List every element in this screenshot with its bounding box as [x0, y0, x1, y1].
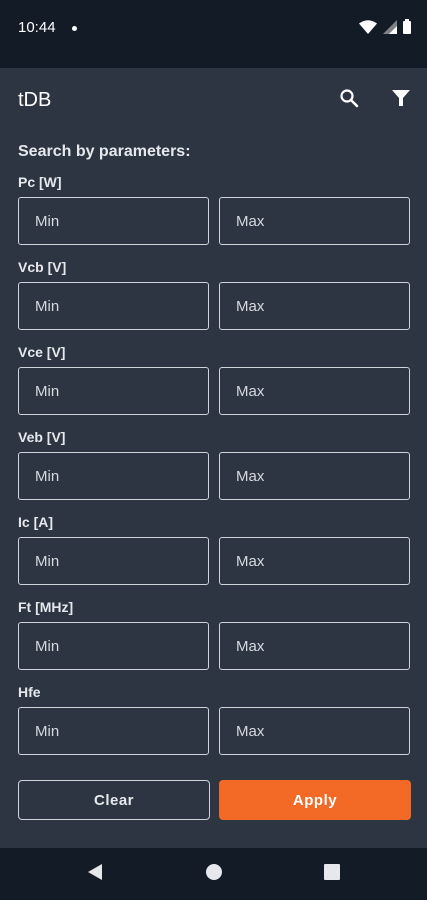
vcb-max-field[interactable]: [219, 282, 410, 330]
veb-max-field[interactable]: [219, 452, 410, 500]
vcb-max-input[interactable]: [220, 283, 409, 329]
notification-dot-icon: [72, 26, 77, 31]
filter-button[interactable]: [387, 86, 415, 114]
ft-max-field[interactable]: [219, 622, 410, 670]
navigation-bar: [0, 848, 427, 900]
ft-min-input[interactable]: [19, 623, 208, 669]
home-icon: [205, 863, 223, 886]
hfe-min-input[interactable]: [19, 708, 208, 754]
ic-max-input[interactable]: [220, 538, 409, 584]
vce-min-field[interactable]: [18, 367, 209, 415]
app-bar: tDB: [0, 68, 427, 132]
pc-min-field[interactable]: [18, 197, 209, 245]
hfe-max-field[interactable]: [219, 707, 410, 755]
form-heading: Search by parameters:: [18, 143, 191, 160]
signal-icon: [383, 19, 397, 39]
veb-min-input[interactable]: [19, 453, 208, 499]
recents-button[interactable]: [320, 862, 344, 886]
status-time: 10:44: [18, 19, 56, 36]
veb-min-field[interactable]: [18, 452, 209, 500]
apply-button[interactable]: Apply: [219, 780, 411, 820]
ic-min-input[interactable]: [19, 538, 208, 584]
home-button[interactable]: [202, 862, 226, 886]
ic-max-field[interactable]: [219, 537, 410, 585]
vce-min-input[interactable]: [19, 368, 208, 414]
recents-icon: [324, 863, 340, 885]
app-title: tDB: [18, 89, 52, 111]
status-icons: [359, 19, 411, 39]
clear-button[interactable]: Clear: [18, 780, 210, 820]
pc-max-input[interactable]: [220, 198, 409, 244]
ft-max-input[interactable]: [220, 623, 409, 669]
vce-max-input[interactable]: [220, 368, 409, 414]
filter-icon: [391, 88, 411, 113]
search-button[interactable]: [335, 86, 363, 114]
pc-min-input[interactable]: [19, 198, 208, 244]
wifi-icon: [359, 19, 377, 39]
param-label-ic: Ic [A]: [18, 514, 53, 530]
param-label-ft: Ft [MHz]: [18, 599, 74, 615]
back-button[interactable]: [83, 862, 107, 886]
vce-max-field[interactable]: [219, 367, 410, 415]
battery-icon: [403, 19, 411, 39]
hfe-min-field[interactable]: [18, 707, 209, 755]
search-icon: [339, 88, 359, 113]
pc-max-field[interactable]: [219, 197, 410, 245]
param-label-veb: Veb [V]: [18, 429, 66, 445]
param-label-pc: Pc [W]: [18, 174, 62, 190]
status-bar: 10:44: [0, 0, 427, 68]
param-label-hfe: Hfe: [18, 684, 41, 700]
back-icon: [87, 863, 103, 886]
vcb-min-input[interactable]: [19, 283, 208, 329]
vcb-min-field[interactable]: [18, 282, 209, 330]
param-label-vce: Vce [V]: [18, 344, 66, 360]
hfe-max-input[interactable]: [220, 708, 409, 754]
ft-min-field[interactable]: [18, 622, 209, 670]
veb-max-input[interactable]: [220, 453, 409, 499]
param-label-vcb: Vcb [V]: [18, 259, 67, 275]
ic-min-field[interactable]: [18, 537, 209, 585]
